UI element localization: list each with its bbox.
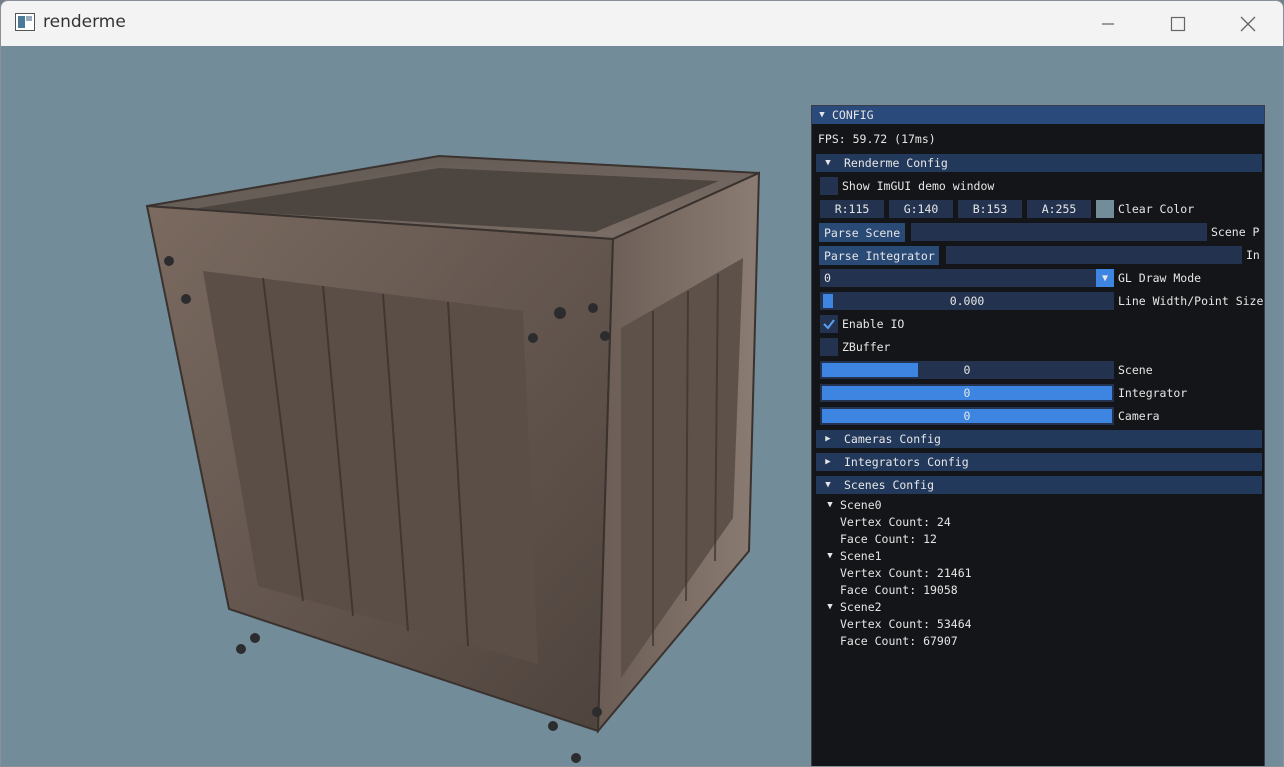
scene1-vertex-count: Vertex Count: 21461 xyxy=(840,566,972,580)
line-width-value: 0.000 xyxy=(949,294,985,308)
config-panel-title: CONFIG xyxy=(832,108,874,122)
scene0-vertex-count: Vertex Count: 24 xyxy=(840,515,951,529)
close-icon xyxy=(1240,16,1256,31)
scene-slider-value: 0 xyxy=(963,363,971,377)
line-width-label: Line Width/Point Size xyxy=(1118,294,1264,308)
camera-slider-label: Camera xyxy=(1118,409,1160,423)
cameras-config-header[interactable]: ▶ Cameras Config xyxy=(816,430,1262,448)
clear-color-label: Clear Color xyxy=(1118,202,1195,216)
zbuffer-checkbox[interactable] xyxy=(820,338,838,356)
integrator-slider[interactable]: 0 xyxy=(820,384,1114,402)
expanded-triangle-icon: ▼ xyxy=(827,551,833,561)
window-title: renderme xyxy=(43,12,126,32)
integrators-config-label: Integrators Config xyxy=(844,455,969,469)
maximize-icon xyxy=(1170,16,1186,31)
scene2-face-count: Face Count: 67907 xyxy=(840,634,958,648)
show-demo-checkbox[interactable] xyxy=(820,177,838,195)
minimize-icon xyxy=(1102,22,1114,25)
draw-mode-label: GL Draw Mode xyxy=(1118,271,1202,285)
integrators-config-header[interactable]: ▶ Integrators Config xyxy=(816,453,1262,471)
scene-path-input[interactable] xyxy=(911,223,1207,241)
integrator-slider-label: Integrator xyxy=(1118,386,1188,400)
fps-readout: FPS: 59.72 (17ms) xyxy=(818,132,936,146)
color-r-field[interactable]: R:115 xyxy=(820,200,884,218)
scene-slider-label: Scene xyxy=(1118,363,1153,377)
title-bar[interactable]: renderme xyxy=(1,1,1283,46)
line-width-slider[interactable]: 0.000 xyxy=(820,292,1114,310)
config-panel: ▼ CONFIG FPS: 59.72 (17ms) ▼ Renderme Co… xyxy=(811,105,1265,766)
collapse-triangle-icon[interactable]: ▼ xyxy=(816,110,828,120)
close-button[interactable] xyxy=(1213,1,1283,46)
scene2-label: Scene2 xyxy=(840,600,882,614)
expanded-triangle-icon: ▼ xyxy=(827,500,833,510)
scenes-config-label: Scenes Config xyxy=(844,478,935,492)
scene0-face-count: Face Count: 12 xyxy=(840,532,937,546)
scene-slider[interactable]: 0 xyxy=(820,361,1114,379)
expanded-triangle-icon: ▼ xyxy=(825,158,831,168)
checkmark-icon xyxy=(823,319,835,330)
cameras-config-label: Cameras Config xyxy=(844,432,941,446)
draw-mode-value: 0 xyxy=(824,271,831,285)
integrator-path-label: In xyxy=(1246,248,1260,262)
chevron-down-icon[interactable]: ▼ xyxy=(1096,269,1114,287)
maximize-button[interactable] xyxy=(1143,1,1213,46)
app-icon xyxy=(15,13,35,31)
integrator-path-input[interactable] xyxy=(946,246,1242,264)
color-b-field[interactable]: B:153 xyxy=(958,200,1022,218)
enable-io-checkbox[interactable] xyxy=(820,315,838,333)
expanded-triangle-icon: ▼ xyxy=(827,602,833,612)
camera-slider-value: 0 xyxy=(963,409,971,423)
minimize-button[interactable] xyxy=(1073,1,1143,46)
zbuffer-label: ZBuffer xyxy=(842,340,891,354)
scene0-label: Scene0 xyxy=(840,498,882,512)
scene1-node[interactable]: ▼ Scene1 xyxy=(824,547,882,565)
scene0-node[interactable]: ▼ Scene0 xyxy=(824,496,882,514)
collapsed-triangle-icon: ▶ xyxy=(825,457,831,467)
color-a-field[interactable]: A:255 xyxy=(1027,200,1091,218)
parse-scene-button[interactable]: Parse Scene xyxy=(819,223,905,242)
scene1-label: Scene1 xyxy=(840,549,882,563)
show-demo-label: Show ImGUI demo window xyxy=(842,179,995,193)
scenes-config-header[interactable]: ▼ Scenes Config xyxy=(816,476,1262,494)
expanded-triangle-icon: ▼ xyxy=(825,480,831,490)
camera-slider[interactable]: 0 xyxy=(820,407,1114,425)
scene-path-label: Scene P xyxy=(1211,225,1260,239)
draw-mode-select[interactable]: 0 ▼ xyxy=(820,269,1114,287)
config-panel-header[interactable]: ▼ CONFIG xyxy=(812,106,1264,124)
scene2-node[interactable]: ▼ Scene2 xyxy=(824,598,882,616)
clear-color-swatch[interactable] xyxy=(1096,200,1114,218)
scene1-face-count: Face Count: 19058 xyxy=(840,583,958,597)
color-g-field[interactable]: G:140 xyxy=(889,200,953,218)
collapsed-triangle-icon: ▶ xyxy=(825,434,831,444)
renderme-config-label: Renderme Config xyxy=(844,156,948,170)
parse-integrator-button[interactable]: Parse Integrator xyxy=(819,246,939,265)
renderme-config-header[interactable]: ▼ Renderme Config xyxy=(816,154,1262,172)
enable-io-label: Enable IO xyxy=(842,317,905,331)
app-window: renderme ▼ CONFIG FPS: 59.72 (17ms) ▼ Re… xyxy=(0,0,1284,767)
scene2-vertex-count: Vertex Count: 53464 xyxy=(840,617,972,631)
integrator-slider-value: 0 xyxy=(963,386,971,400)
